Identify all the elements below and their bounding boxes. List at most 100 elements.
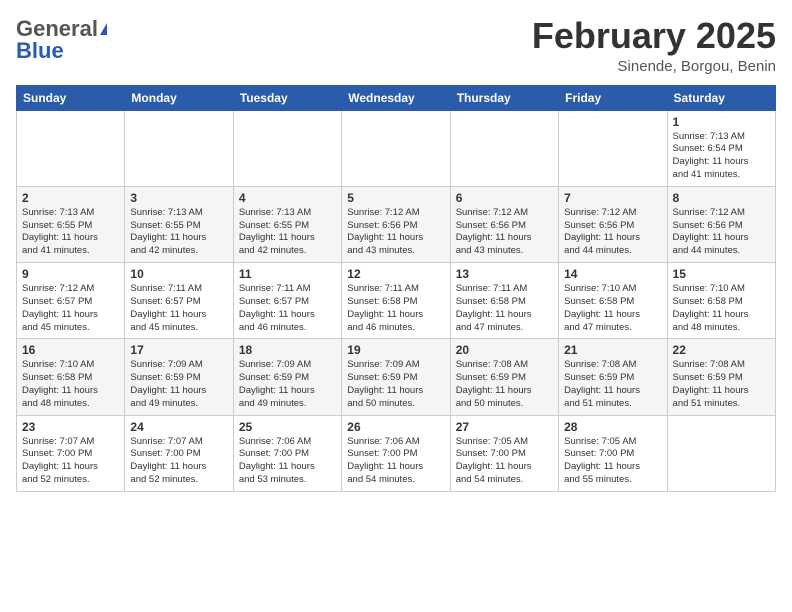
calendar-cell: 21 Sunrise: 7:08 AM Sunset: 6:59 PM Dayli… bbox=[559, 339, 667, 415]
day-number: 1 bbox=[673, 115, 770, 129]
calendar-cell: 13 Sunrise: 7:11 AM Sunset: 6:58 PM Dayli… bbox=[450, 263, 558, 339]
calendar-cell: 1 Sunrise: 7:13 AM Sunset: 6:54 PM Daylig… bbox=[667, 110, 775, 186]
day-info: Sunrise: 7:09 AM Sunset: 6:59 PM Dayligh… bbox=[347, 359, 444, 410]
day-info: Sunrise: 7:06 AM Sunset: 7:00 PM Dayligh… bbox=[239, 436, 336, 487]
day-info: Sunrise: 7:06 AM Sunset: 7:00 PM Dayligh… bbox=[347, 436, 444, 487]
day-number: 16 bbox=[22, 343, 119, 357]
calendar-cell bbox=[342, 110, 450, 186]
logo-blue-text: Blue bbox=[16, 38, 64, 64]
day-info: Sunrise: 7:08 AM Sunset: 6:59 PM Dayligh… bbox=[456, 359, 553, 410]
calendar-cell: 3 Sunrise: 7:13 AM Sunset: 6:55 PM Daylig… bbox=[125, 186, 233, 262]
calendar-cell: 8Sunrise: 7:12 AM Sunset: 6:56 PM Daylig… bbox=[667, 186, 775, 262]
day-info: Sunrise: 7:11 AM Sunset: 6:58 PM Dayligh… bbox=[347, 283, 444, 334]
calendar-cell bbox=[559, 110, 667, 186]
calendar-cell: 5 Sunrise: 7:12 AM Sunset: 6:56 PM Daylig… bbox=[342, 186, 450, 262]
calendar-cell: 25 Sunrise: 7:06 AM Sunset: 7:00 PM Dayli… bbox=[233, 415, 341, 491]
day-info: Sunrise: 7:13 AM Sunset: 6:55 PM Dayligh… bbox=[22, 207, 119, 258]
day-number: 15 bbox=[673, 267, 770, 281]
calendar-week-row: 9 Sunrise: 7:12 AM Sunset: 6:57 PM Daylig… bbox=[17, 263, 776, 339]
day-number: 19 bbox=[347, 343, 444, 357]
calendar-cell: 12 Sunrise: 7:11 AM Sunset: 6:58 PM Dayli… bbox=[342, 263, 450, 339]
day-number: 12 bbox=[347, 267, 444, 281]
calendar-table: SundayMondayTuesdayWednesdayThursdayFrid… bbox=[16, 85, 776, 492]
day-number: 7 bbox=[564, 191, 661, 205]
day-info: Sunrise: 7:13 AM Sunset: 6:54 PM Dayligh… bbox=[673, 131, 770, 182]
calendar-cell: 27Sunrise: 7:05 AM Sunset: 7:00 PM Dayli… bbox=[450, 415, 558, 491]
col-header-friday: Friday bbox=[559, 85, 667, 110]
page-header: General Blue February 2025 Sinende, Borg… bbox=[16, 16, 776, 75]
calendar-cell: 18Sunrise: 7:09 AM Sunset: 6:59 PM Dayli… bbox=[233, 339, 341, 415]
day-number: 28 bbox=[564, 420, 661, 434]
day-number: 13 bbox=[456, 267, 553, 281]
month-title: February 2025 bbox=[532, 16, 776, 56]
calendar-cell bbox=[667, 415, 775, 491]
day-info: Sunrise: 7:12 AM Sunset: 6:56 PM Dayligh… bbox=[564, 207, 661, 258]
calendar-cell: 15 Sunrise: 7:10 AM Sunset: 6:58 PM Dayli… bbox=[667, 263, 775, 339]
day-number: 14 bbox=[564, 267, 661, 281]
day-number: 5 bbox=[347, 191, 444, 205]
calendar-cell: 14 Sunrise: 7:10 AM Sunset: 6:58 PM Dayli… bbox=[559, 263, 667, 339]
day-info: Sunrise: 7:11 AM Sunset: 6:58 PM Dayligh… bbox=[456, 283, 553, 334]
day-number: 21 bbox=[564, 343, 661, 357]
calendar-week-row: 23 Sunrise: 7:07 AM Sunset: 7:00 PM Dayli… bbox=[17, 415, 776, 491]
day-info: Sunrise: 7:08 AM Sunset: 6:59 PM Dayligh… bbox=[673, 359, 770, 410]
calendar-cell: 6Sunrise: 7:12 AM Sunset: 6:56 PM Daylig… bbox=[450, 186, 558, 262]
day-number: 8 bbox=[673, 191, 770, 205]
col-header-saturday: Saturday bbox=[667, 85, 775, 110]
calendar-cell: 19 Sunrise: 7:09 AM Sunset: 6:59 PM Dayli… bbox=[342, 339, 450, 415]
day-info: Sunrise: 7:12 AM Sunset: 6:56 PM Dayligh… bbox=[347, 207, 444, 258]
calendar-cell bbox=[17, 110, 125, 186]
col-header-monday: Monday bbox=[125, 85, 233, 110]
calendar-cell bbox=[233, 110, 341, 186]
day-number: 24 bbox=[130, 420, 227, 434]
day-number: 2 bbox=[22, 191, 119, 205]
calendar-cell: 2 Sunrise: 7:13 AM Sunset: 6:55 PM Daylig… bbox=[17, 186, 125, 262]
calendar-cell: 7 Sunrise: 7:12 AM Sunset: 6:56 PM Daylig… bbox=[559, 186, 667, 262]
calendar-cell: 28 Sunrise: 7:05 AM Sunset: 7:00 PM Dayli… bbox=[559, 415, 667, 491]
day-number: 6 bbox=[456, 191, 553, 205]
day-number: 22 bbox=[673, 343, 770, 357]
day-number: 26 bbox=[347, 420, 444, 434]
day-info: Sunrise: 7:05 AM Sunset: 7:00 PM Dayligh… bbox=[564, 436, 661, 487]
calendar-week-row: 2 Sunrise: 7:13 AM Sunset: 6:55 PM Daylig… bbox=[17, 186, 776, 262]
col-header-tuesday: Tuesday bbox=[233, 85, 341, 110]
day-number: 25 bbox=[239, 420, 336, 434]
calendar-cell bbox=[450, 110, 558, 186]
day-info: Sunrise: 7:11 AM Sunset: 6:57 PM Dayligh… bbox=[130, 283, 227, 334]
day-info: Sunrise: 7:10 AM Sunset: 6:58 PM Dayligh… bbox=[673, 283, 770, 334]
day-info: Sunrise: 7:11 AM Sunset: 6:57 PM Dayligh… bbox=[239, 283, 336, 334]
day-number: 3 bbox=[130, 191, 227, 205]
day-number: 20 bbox=[456, 343, 553, 357]
day-number: 11 bbox=[239, 267, 336, 281]
calendar-cell bbox=[125, 110, 233, 186]
day-info: Sunrise: 7:07 AM Sunset: 7:00 PM Dayligh… bbox=[22, 436, 119, 487]
day-info: Sunrise: 7:10 AM Sunset: 6:58 PM Dayligh… bbox=[22, 359, 119, 410]
calendar-cell: 4Sunrise: 7:13 AM Sunset: 6:55 PM Daylig… bbox=[233, 186, 341, 262]
calendar-week-row: 1 Sunrise: 7:13 AM Sunset: 6:54 PM Daylig… bbox=[17, 110, 776, 186]
day-info: Sunrise: 7:13 AM Sunset: 6:55 PM Dayligh… bbox=[130, 207, 227, 258]
calendar-cell: 16 Sunrise: 7:10 AM Sunset: 6:58 PM Dayli… bbox=[17, 339, 125, 415]
day-info: Sunrise: 7:10 AM Sunset: 6:58 PM Dayligh… bbox=[564, 283, 661, 334]
calendar-cell: 11 Sunrise: 7:11 AM Sunset: 6:57 PM Dayli… bbox=[233, 263, 341, 339]
calendar-cell: 20 Sunrise: 7:08 AM Sunset: 6:59 PM Dayli… bbox=[450, 339, 558, 415]
calendar-cell: 23 Sunrise: 7:07 AM Sunset: 7:00 PM Dayli… bbox=[17, 415, 125, 491]
calendar-cell: 9 Sunrise: 7:12 AM Sunset: 6:57 PM Daylig… bbox=[17, 263, 125, 339]
day-number: 9 bbox=[22, 267, 119, 281]
calendar-cell: 26 Sunrise: 7:06 AM Sunset: 7:00 PM Dayli… bbox=[342, 415, 450, 491]
day-number: 10 bbox=[130, 267, 227, 281]
calendar-cell: 17Sunrise: 7:09 AM Sunset: 6:59 PM Dayli… bbox=[125, 339, 233, 415]
day-number: 23 bbox=[22, 420, 119, 434]
col-header-sunday: Sunday bbox=[17, 85, 125, 110]
day-info: Sunrise: 7:13 AM Sunset: 6:55 PM Dayligh… bbox=[239, 207, 336, 258]
calendar-cell: 24 Sunrise: 7:07 AM Sunset: 7:00 PM Dayli… bbox=[125, 415, 233, 491]
day-info: Sunrise: 7:09 AM Sunset: 6:59 PM Dayligh… bbox=[239, 359, 336, 410]
day-info: Sunrise: 7:12 AM Sunset: 6:57 PM Dayligh… bbox=[22, 283, 119, 334]
col-header-thursday: Thursday bbox=[450, 85, 558, 110]
calendar-week-row: 16 Sunrise: 7:10 AM Sunset: 6:58 PM Dayli… bbox=[17, 339, 776, 415]
day-info: Sunrise: 7:08 AM Sunset: 6:59 PM Dayligh… bbox=[564, 359, 661, 410]
calendar-cell: 10 Sunrise: 7:11 AM Sunset: 6:57 PM Dayli… bbox=[125, 263, 233, 339]
col-header-wednesday: Wednesday bbox=[342, 85, 450, 110]
logo: General Blue bbox=[16, 16, 107, 64]
day-info: Sunrise: 7:07 AM Sunset: 7:00 PM Dayligh… bbox=[130, 436, 227, 487]
logo-triangle-icon bbox=[100, 23, 107, 35]
